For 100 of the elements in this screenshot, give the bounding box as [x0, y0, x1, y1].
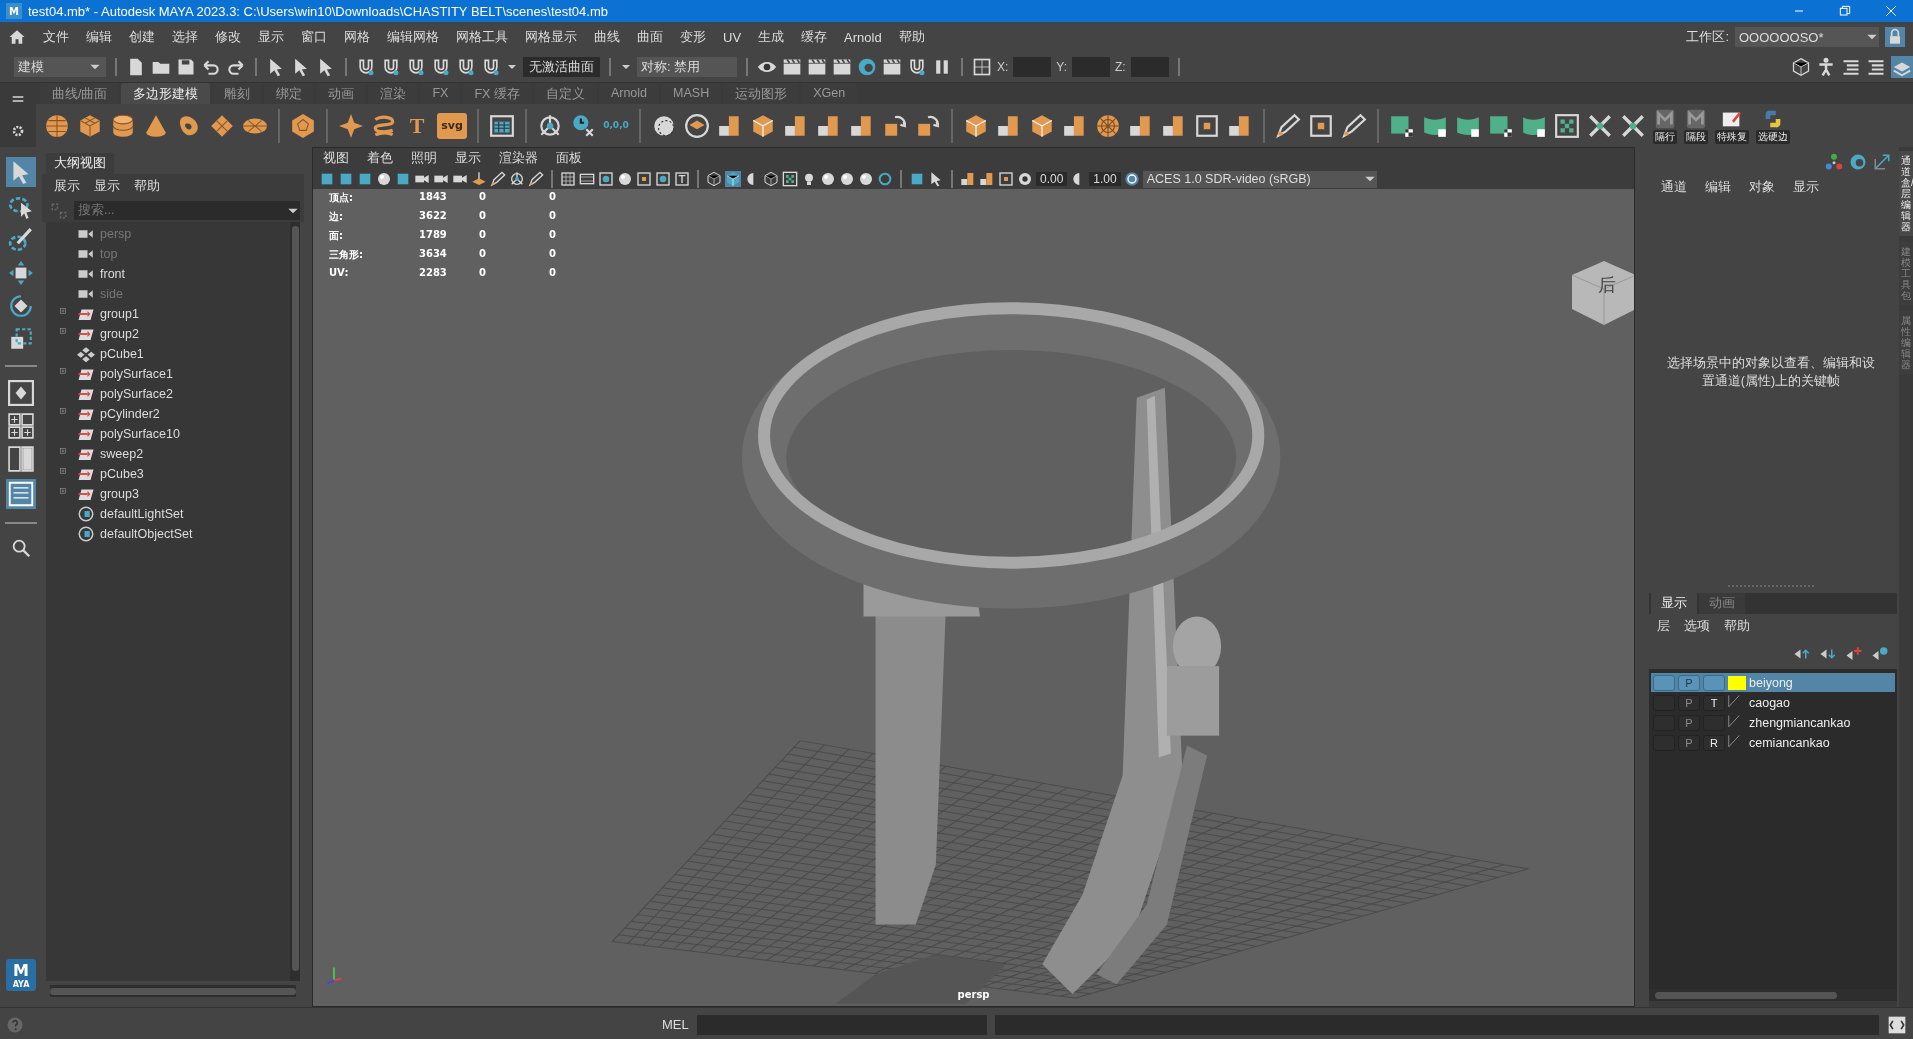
- clapperboard-icon[interactable]: [882, 57, 902, 77]
- box-icon[interactable]: [750, 112, 776, 139]
- layers-icon[interactable]: [684, 112, 710, 139]
- frame-icon[interactable]: [1308, 112, 1334, 139]
- menu-item[interactable]: 展示: [54, 178, 80, 195]
- text-tool-button[interactable]: T: [404, 112, 430, 139]
- ring-icon[interactable]: [877, 171, 893, 187]
- outliner-item[interactable]: polySurface1: [100, 367, 173, 381]
- outliner-layout-icon[interactable]: [6, 479, 36, 509]
- display-mode-toggle[interactable]: T: [1703, 694, 1725, 711]
- checker-icon[interactable]: [1554, 112, 1580, 139]
- box-icon[interactable]: [1029, 112, 1055, 139]
- magnet-icon[interactable]: [356, 57, 376, 77]
- menu-item[interactable]: 变形: [680, 28, 706, 46]
- playback-toggle[interactable]: P: [1678, 694, 1700, 711]
- settings-icon[interactable]: [10, 123, 26, 139]
- menu-item[interactable]: 帮助: [898, 28, 925, 46]
- magnet-icon[interactable]: [406, 57, 426, 77]
- helix-icon[interactable]: [371, 112, 397, 139]
- sphere-icon[interactable]: [839, 171, 855, 187]
- shelf-tab[interactable]: 多边形建模: [121, 83, 211, 104]
- exposure-field[interactable]: 0.00: [1036, 172, 1068, 186]
- pin-icon[interactable]: [471, 171, 487, 187]
- square-icon[interactable]: [395, 171, 411, 187]
- visibility-toggle[interactable]: [1653, 674, 1675, 691]
- layer-editor-tab[interactable]: 显示: [1651, 593, 1697, 614]
- coordinate-field[interactable]: [1072, 57, 1111, 77]
- menu-item[interactable]: 编辑: [1705, 179, 1731, 196]
- shaded-cube-icon[interactable]: [725, 171, 741, 187]
- pivot-icon[interactable]: [509, 171, 525, 187]
- menu-item[interactable]: 文件: [43, 28, 69, 46]
- scrollbar[interactable]: [50, 985, 296, 997]
- text-tool-button[interactable]: svg: [437, 112, 467, 139]
- outliner-item[interactable]: pCube3: [100, 467, 144, 481]
- display-mode-toggle[interactable]: R: [1703, 734, 1725, 751]
- outliner-item[interactable]: defaultObjectSet: [100, 527, 193, 541]
- menu-item[interactable]: 面板: [556, 150, 582, 167]
- polyhedron-icon[interactable]: [290, 112, 316, 139]
- menu-item[interactable]: 显示: [94, 178, 120, 195]
- menu-item[interactable]: Arnold: [844, 29, 882, 45]
- power-toggle-icon[interactable]: [1123, 171, 1140, 187]
- menu-item[interactable]: 帮助: [134, 178, 160, 195]
- menu-item[interactable]: 网格显示: [525, 28, 577, 46]
- outliner-item[interactable]: group1: [100, 307, 139, 321]
- expand-panel-icon[interactable]: [1873, 153, 1891, 171]
- wireframe-cube-icon[interactable]: [1791, 57, 1811, 77]
- menu-item[interactable]: 显示: [1793, 179, 1819, 196]
- menu-item[interactable]: 帮助: [1724, 618, 1750, 635]
- menu-item[interactable]: 显示: [455, 150, 481, 167]
- lock-icon[interactable]: [1885, 27, 1905, 47]
- square-icon[interactable]: [319, 171, 335, 187]
- script-editor-icon[interactable]: [1887, 1014, 1907, 1035]
- scrollbar[interactable]: [1649, 989, 1897, 1001]
- outliner-item[interactable]: front: [100, 267, 125, 281]
- clapperboard-icon[interactable]: [832, 57, 852, 77]
- zigzag-icon[interactable]: [1685, 107, 1707, 130]
- coordinate-field[interactable]: [1130, 57, 1169, 77]
- menu-item[interactable]: 渲染器: [499, 150, 538, 167]
- sphere-icon[interactable]: [858, 171, 874, 187]
- single-pane-icon[interactable]: [8, 380, 34, 406]
- pencil-icon[interactable]: [528, 171, 544, 187]
- wireframe-cube-icon[interactable]: [706, 171, 722, 187]
- magnet-icon[interactable]: [907, 57, 927, 77]
- list-icon[interactable]: [1866, 57, 1886, 77]
- menu-item[interactable]: 网格: [344, 28, 370, 46]
- menu-item[interactable]: 创建: [129, 28, 155, 46]
- rotate-icon[interactable]: [8, 293, 34, 319]
- menu-item[interactable]: 通道: [1661, 179, 1687, 196]
- text-frame-icon[interactable]: [674, 171, 690, 187]
- snowflake-button[interactable]: 0,0,0: [603, 112, 629, 139]
- move-icon[interactable]: [8, 260, 34, 286]
- frame-icon[interactable]: [636, 171, 652, 187]
- blocks-icon[interactable]: [979, 171, 995, 187]
- paint-brush-icon[interactable]: [8, 227, 34, 253]
- home-icon[interactable]: [8, 28, 26, 46]
- menu-item[interactable]: 生成: [758, 28, 785, 46]
- new-layer-icon[interactable]: [1845, 645, 1863, 663]
- scrollbar[interactable]: [290, 222, 300, 981]
- sphere-icon[interactable]: [376, 171, 392, 187]
- outliner-item[interactable]: pCube1: [100, 347, 144, 361]
- save-icon[interactable]: [176, 57, 196, 77]
- menu-item[interactable]: 修改: [215, 28, 241, 46]
- cross-icon[interactable]: [1587, 112, 1613, 139]
- menu-item[interactable]: 对象: [1749, 179, 1775, 196]
- playback-toggle[interactable]: P: [1678, 734, 1700, 751]
- axis-triad-icon[interactable]: [1825, 153, 1843, 171]
- close-icon[interactable]: [1883, 3, 1899, 19]
- sphere-icon[interactable]: [617, 171, 633, 187]
- cylinder-icon[interactable]: [110, 112, 136, 139]
- list-icon[interactable]: [1841, 57, 1861, 77]
- mode-dropdown[interactable]: 建模: [14, 57, 106, 77]
- outliner-item[interactable]: sweep2: [100, 447, 144, 461]
- cube-icon[interactable]: [77, 112, 103, 139]
- layer-row[interactable]: P zhengmiancankao: [1651, 713, 1895, 732]
- square-icon[interactable]: [909, 171, 925, 187]
- clapperboard-icon[interactable]: [782, 57, 802, 77]
- magnet-icon[interactable]: [456, 57, 476, 77]
- layer-row[interactable]: P beiyong: [1651, 673, 1895, 692]
- dial-icon[interactable]: [1849, 153, 1867, 171]
- live-surface-field[interactable]: 无激活曲面: [523, 57, 600, 77]
